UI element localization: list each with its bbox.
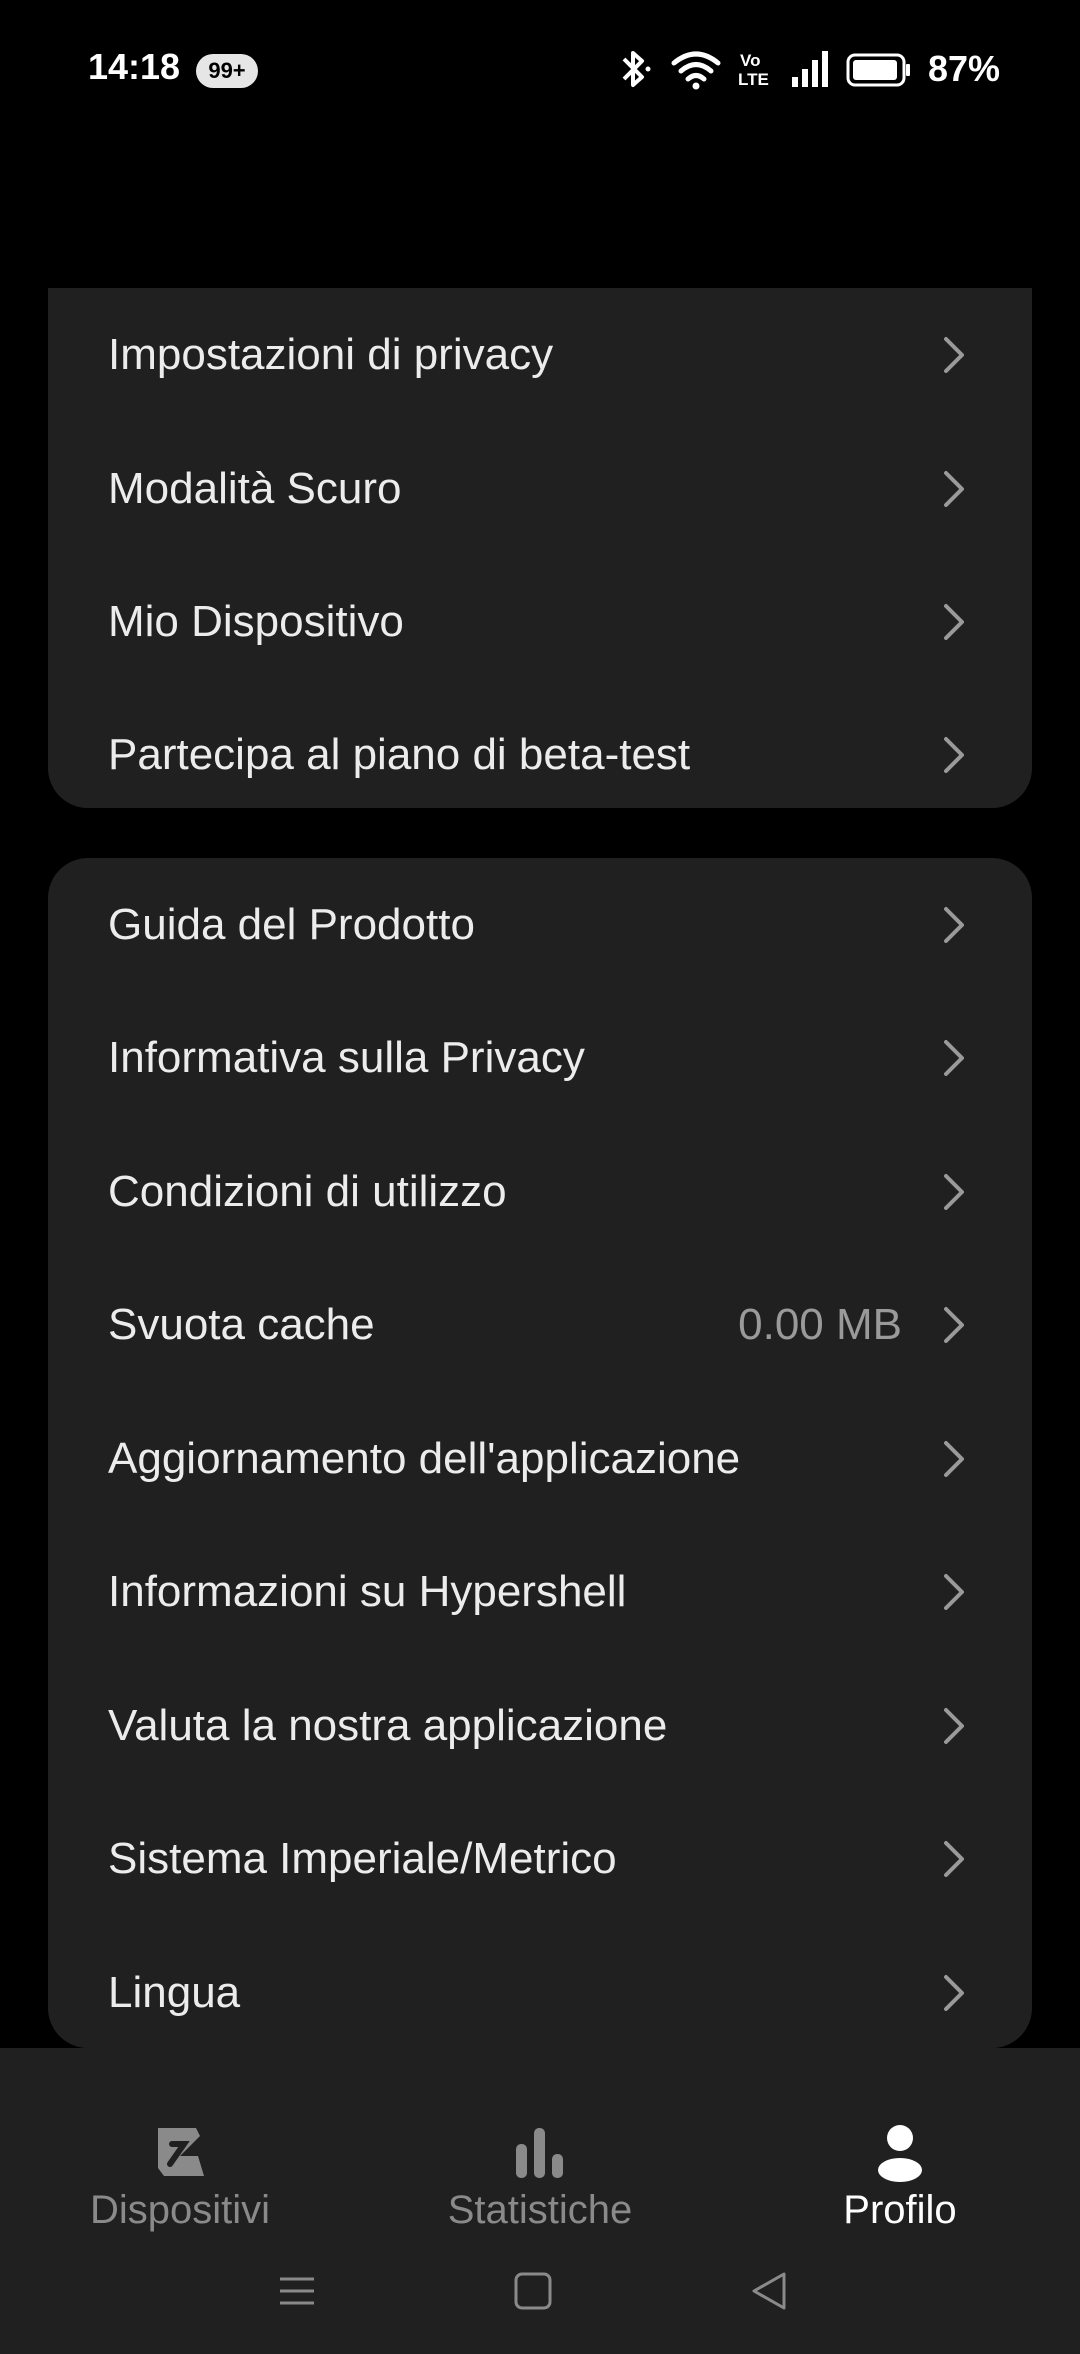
setting-row-terms-of-use[interactable]: Condizioni di utilizzo <box>48 1125 1032 1259</box>
chevron-right-icon <box>944 1574 964 1610</box>
setting-label: Mio Dispositivo <box>108 597 404 646</box>
setting-row-beta-test[interactable]: Partecipa al piano di beta-test <box>48 688 1032 822</box>
cache-size-value: 0.00 MB <box>738 1300 902 1349</box>
chevron-right-icon <box>944 1441 964 1477</box>
setting-label: Guida del Prodotto <box>108 900 475 949</box>
setting-label: Sistema Imperiale/Metrico <box>108 1834 617 1883</box>
tab-label: Dispositivi <box>89 2188 271 2232</box>
volte-icon: Vo LTE <box>738 51 769 89</box>
setting-row-about[interactable]: Informazioni su Hypershell <box>48 1525 1032 1659</box>
system-navigation-bar <box>0 2240 1080 2340</box>
status-icons: Vo LTE 87% <box>614 44 1000 94</box>
tab-devices[interactable]: Dispositivi <box>0 2066 360 2246</box>
chevron-right-icon <box>944 1841 964 1877</box>
chevron-right-icon <box>944 337 964 373</box>
chevron-right-icon <box>944 907 964 943</box>
tab-label: Statistiche <box>447 2188 633 2232</box>
svg-text:Vo: Vo <box>740 51 760 70</box>
setting-label: Svuota cache <box>108 1300 375 1349</box>
setting-row-app-update[interactable]: Aggiornamento dell'applicazione <box>48 1392 1032 1526</box>
chevron-right-icon <box>944 1307 964 1343</box>
setting-label: Informativa sulla Privacy <box>108 1033 585 1082</box>
home-icon[interactable] <box>508 2266 558 2316</box>
setting-label: Valuta la nostra applicazione <box>108 1701 668 1750</box>
chevron-right-icon <box>944 737 964 773</box>
chevron-right-icon <box>944 604 964 640</box>
setting-row-units[interactable]: Sistema Imperiale/Metrico <box>48 1792 1032 1926</box>
tab-profile[interactable]: Profilo <box>720 2066 1080 2246</box>
back-icon[interactable] <box>744 2266 794 2316</box>
setting-label: Impostazioni di privacy <box>108 330 554 379</box>
device-icon <box>158 2128 204 2176</box>
signal-icon <box>791 51 828 87</box>
status-time: 14:18 <box>88 46 181 87</box>
setting-label: Informazioni su Hypershell <box>108 1567 627 1616</box>
setting-label: Aggiornamento dell'applicazione <box>108 1434 741 1483</box>
setting-row-product-guide[interactable]: Guida del Prodotto <box>48 858 1032 992</box>
setting-row-dark-mode[interactable]: Modalità Scuro <box>48 422 1032 556</box>
status-bar: 14:18 99+ Vo LTE 87% <box>0 0 1080 140</box>
settings-card-2: Guida del Prodotto Informativa sulla Pri… <box>48 858 1032 2048</box>
bluetooth-icon <box>622 51 651 87</box>
setting-row-language[interactable]: Lingua <box>48 1926 1032 2060</box>
battery-icon <box>846 53 910 87</box>
wifi-icon <box>671 51 721 90</box>
bar-chart-icon <box>516 2128 563 2178</box>
battery-percentage: 87% <box>927 48 1000 89</box>
setting-label: Partecipa al piano di beta-test <box>108 730 691 779</box>
setting-row-rate-app[interactable]: Valuta la nostra applicazione <box>48 1659 1032 1793</box>
person-icon <box>878 2125 922 2182</box>
setting-row-privacy-policy[interactable]: Informativa sulla Privacy <box>48 991 1032 1125</box>
tab-label: Profilo <box>843 2188 957 2232</box>
setting-label: Lingua <box>108 1968 241 2017</box>
chevron-right-icon <box>944 1975 964 2011</box>
chevron-right-icon <box>944 1708 964 1744</box>
chevron-right-icon <box>944 1174 964 1210</box>
bottom-tab-bar: Dispositivi Statistiche Profilo <box>0 2048 1080 2354</box>
setting-row-privacy-settings[interactable]: Impostazioni di privacy <box>48 288 1032 422</box>
settings-card-1: Impostazioni di privacy Modalità Scuro M… <box>48 288 1032 808</box>
svg-text:LTE: LTE <box>738 70 769 89</box>
chevron-right-icon <box>944 1040 964 1076</box>
chevron-right-icon <box>944 471 964 507</box>
setting-row-clear-cache[interactable]: Svuota cache 0.00 MB <box>48 1258 1032 1392</box>
setting-label: Condizioni di utilizzo <box>108 1167 507 1216</box>
notification-badge: 99+ <box>196 54 258 88</box>
menu-icon[interactable] <box>272 2266 322 2316</box>
setting-label: Modalità Scuro <box>108 464 402 513</box>
tab-statistics[interactable]: Statistiche <box>360 2066 720 2246</box>
setting-row-my-device[interactable]: Mio Dispositivo <box>48 555 1032 689</box>
